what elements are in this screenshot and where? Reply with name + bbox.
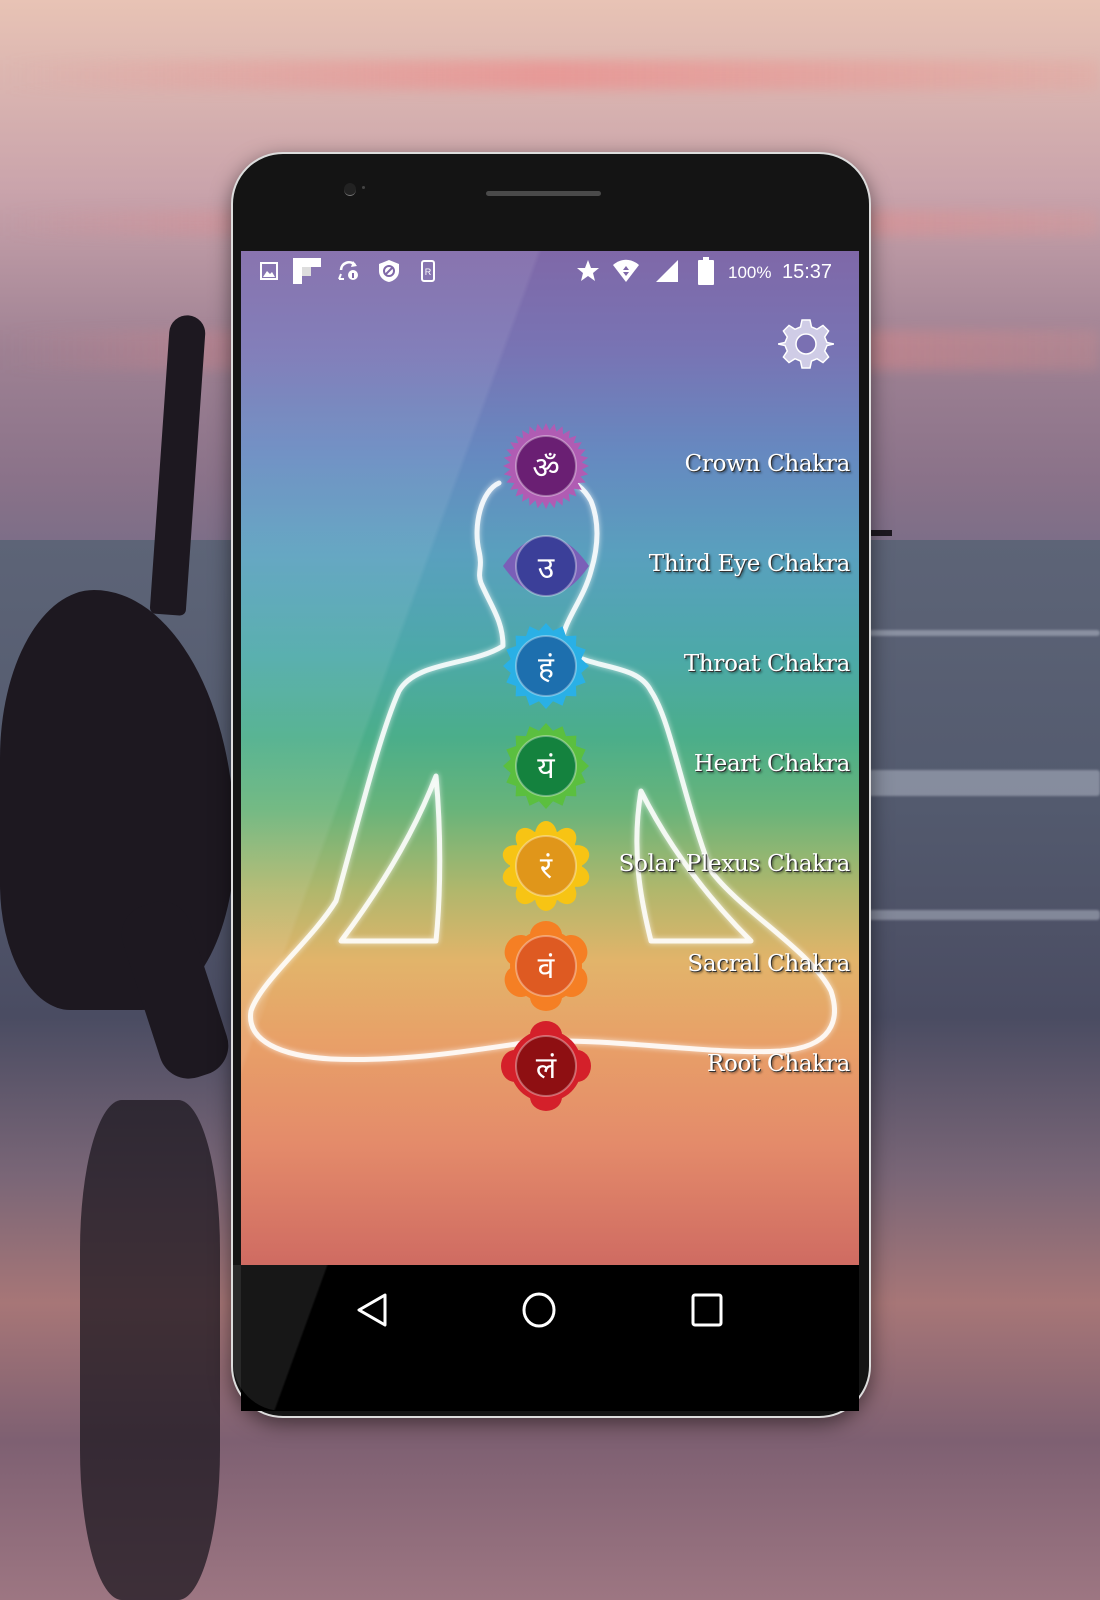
- gallery-icon: [260, 261, 278, 281]
- status-bar: R 100% 15:37: [241, 251, 859, 291]
- wave: [850, 630, 1100, 636]
- chakra-symbol-icon[interactable]: ॐ: [501, 421, 591, 511]
- chakra-bija-glyph: हं: [538, 650, 554, 686]
- earpiece-speaker: [486, 191, 601, 196]
- sensor-dot: [362, 186, 365, 189]
- chakra-label[interactable]: Throat Chakra: [684, 651, 850, 677]
- person-reflection: [80, 1100, 220, 1600]
- chakra-item[interactable]: रं Solar Plexus Chakra: [241, 821, 859, 911]
- wifi-icon: [612, 259, 640, 282]
- chakra-label[interactable]: Third Eye Chakra: [649, 551, 851, 577]
- chakra-bija-glyph: वं: [537, 950, 555, 986]
- front-camera: [344, 183, 356, 196]
- recents-icon: [691, 1293, 723, 1327]
- chakra-bija-glyph: रं: [539, 850, 553, 886]
- chakra-symbol-icon[interactable]: वं: [501, 921, 591, 1011]
- chakra-item[interactable]: ॐ Crown Chakra: [241, 421, 859, 511]
- navigation-bar: [241, 1265, 859, 1411]
- flipboard-icon: [293, 258, 321, 284]
- chakra-bija-glyph: ॐ: [532, 450, 560, 486]
- battery-percent: 100%: [728, 263, 772, 282]
- chakra-label[interactable]: Heart Chakra: [694, 751, 850, 777]
- chakra-item[interactable]: यं Heart Chakra: [241, 721, 859, 811]
- wave: [860, 910, 1100, 920]
- chakra-label[interactable]: Crown Chakra: [685, 451, 851, 477]
- chakra-symbol-icon[interactable]: लं: [501, 1021, 591, 1111]
- app-screen: R 100% 15:37 ॐ Crown Chakra उ Third Eye Cha…: [241, 251, 859, 1265]
- chakra-symbol-icon[interactable]: उ: [501, 521, 591, 611]
- wave: [860, 770, 1100, 796]
- home-icon: [522, 1292, 556, 1328]
- signal-icon: [655, 260, 679, 282]
- chakra-label[interactable]: Solar Plexus Chakra: [619, 851, 851, 877]
- settings-button[interactable]: [777, 316, 835, 372]
- back-button[interactable]: [347, 1285, 397, 1335]
- chakra-label[interactable]: Sacral Chakra: [687, 951, 850, 977]
- svg-text:R: R: [425, 267, 432, 277]
- chakra-item[interactable]: उ Third Eye Chakra: [241, 521, 859, 611]
- battery-icon: [698, 257, 714, 285]
- chakra-symbol-icon[interactable]: यं: [501, 721, 591, 811]
- chakra-bija-glyph: उ: [537, 550, 555, 586]
- boat: [870, 530, 892, 536]
- chakra-symbol-icon[interactable]: रं: [501, 821, 591, 911]
- chakra-item[interactable]: हं Throat Chakra: [241, 621, 859, 711]
- r-phone-icon: R: [421, 260, 435, 282]
- chakra-symbol-icon[interactable]: हं: [501, 621, 591, 711]
- cloud-streak: [0, 60, 1100, 90]
- chakra-label[interactable]: Root Chakra: [707, 1051, 850, 1077]
- back-icon: [357, 1293, 387, 1327]
- chakra-bija-glyph: यं: [537, 750, 555, 786]
- home-button[interactable]: [514, 1285, 564, 1335]
- chakra-item[interactable]: वं Sacral Chakra: [241, 921, 859, 1011]
- clock: 15:37: [782, 261, 833, 283]
- chakra-item[interactable]: लं Root Chakra: [241, 1021, 859, 1111]
- gear-icon: [777, 319, 835, 369]
- shield-block-icon: [378, 260, 400, 282]
- star-icon: [576, 260, 600, 281]
- sync-info-icon: [337, 261, 361, 281]
- recents-button[interactable]: [682, 1285, 732, 1335]
- chakra-bija-glyph: लं: [535, 1050, 557, 1086]
